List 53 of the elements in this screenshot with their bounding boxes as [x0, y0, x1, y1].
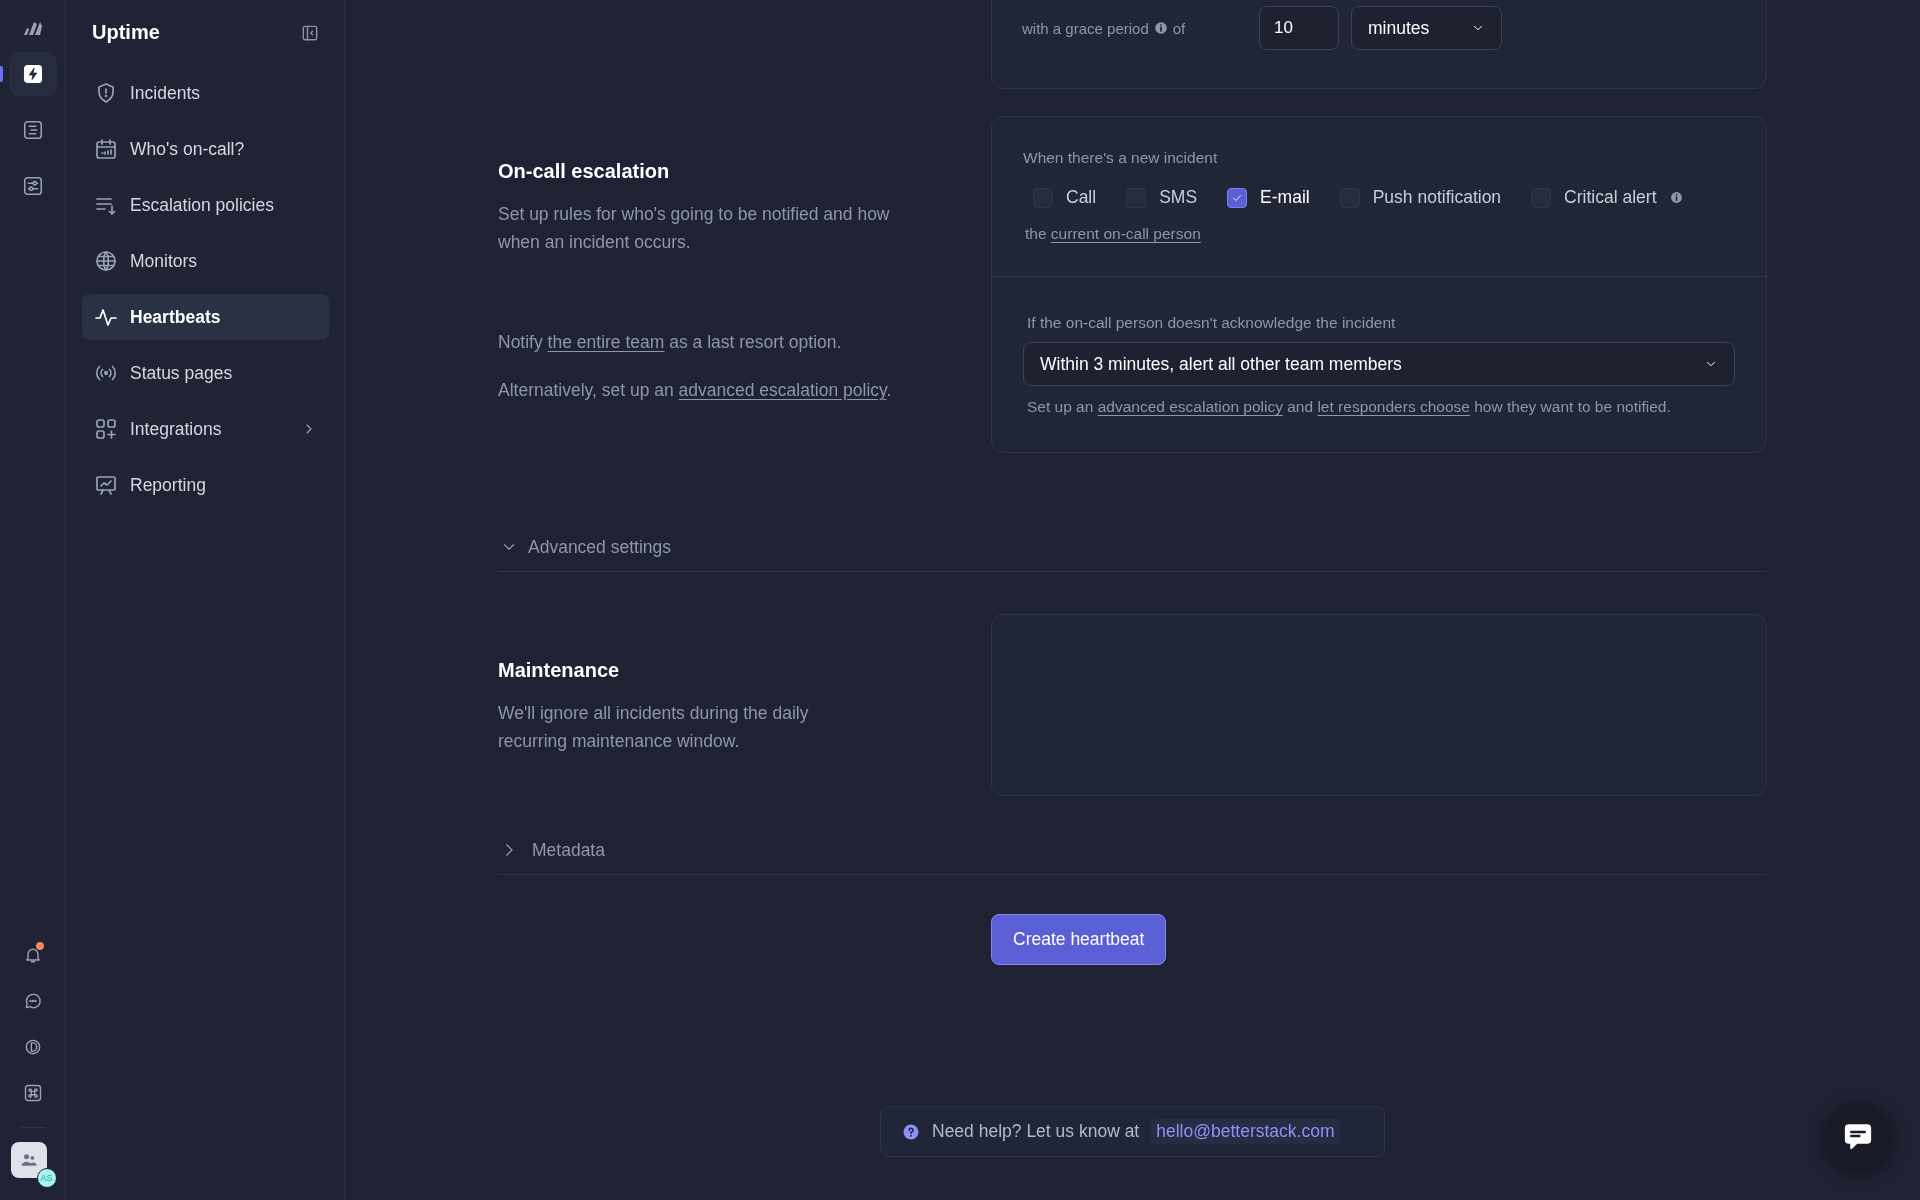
- help-text: Need help? Let us know at: [932, 1121, 1140, 1142]
- sidebar-item[interactable]: Escalation policies: [82, 182, 329, 228]
- section-title: On-call escalation: [498, 159, 671, 184]
- link[interactable]: the entire team: [547, 332, 665, 352]
- unit-dropdown[interactable]: minutes: [1351, 6, 1502, 50]
- sliders-icon: [21, 175, 44, 197]
- escalation-dropdown[interactable]: Within 3 minutes, alert all other team members: [1023, 342, 1735, 386]
- document-icon: [21, 119, 44, 141]
- help-icon: [902, 1122, 920, 1141]
- field-label: If the on-call person doesn't acknowledge the incident: [1027, 314, 1397, 332]
- number-field[interactable]: 10: [1259, 6, 1339, 50]
- section-description: Set up rules for who's going to be notified and how when an incident occurs.: [498, 203, 891, 254]
- info-icon: [1153, 21, 1168, 35]
- channel-checkbox[interactable]: Critical alert: [1531, 187, 1683, 208]
- chart-board-icon: [94, 473, 118, 497]
- section-toggle[interactable]: Advanced settings: [498, 529, 1767, 565]
- command-icon: [22, 1083, 43, 1103]
- section-toggle[interactable]: Metadata: [498, 832, 1767, 868]
- hint-text: Set up an advanced escalation policy and let responders choose how they want to be notified.: [1027, 398, 1672, 416]
- note-text: Alternatively, set up an advanced escalation policy.: [498, 379, 893, 402]
- user-initials: AS: [36, 1168, 57, 1188]
- section-description: We'll ignore all incidents during the daily recurring maintenance window.: [498, 702, 810, 753]
- apps-icon: [94, 417, 118, 441]
- sidebar-item[interactable]: Status pages: [82, 350, 329, 396]
- field-label: with a grace period: [1022, 19, 1149, 37]
- channel-checkbox[interactable]: E-mail: [1227, 187, 1310, 208]
- globe-icon: [94, 249, 118, 273]
- field-label: of: [1172, 19, 1186, 37]
- sidebar-item[interactable]: Who's on-call?: [82, 126, 329, 172]
- bolt-icon: [21, 63, 44, 85]
- recipient-text: the current on-call person: [1025, 225, 1202, 243]
- sidebar-item[interactable]: Integrations: [82, 406, 329, 452]
- channel-checkbox[interactable]: Push notification: [1339, 187, 1502, 208]
- sidebar-item[interactable]: Heartbeats: [82, 294, 329, 340]
- email-link[interactable]: hello@betterstack.com: [1151, 1119, 1340, 1144]
- channel-checkbox[interactable]: Call: [1033, 187, 1097, 208]
- note-text: Notify the entire team as a last resort option.: [498, 331, 843, 354]
- section-title: Maintenance: [498, 658, 621, 683]
- nav-button[interactable]: [8, 52, 57, 96]
- field-label: When there's a new incident: [1023, 149, 1219, 167]
- link[interactable]: current on-call person: [1050, 225, 1201, 242]
- link[interactable]: let responders choose: [1317, 398, 1470, 415]
- sidebar-item[interactable]: Incidents: [82, 70, 329, 116]
- calendar-icon: [94, 137, 118, 161]
- link[interactable]: advanced escalation policy: [1097, 398, 1283, 415]
- link[interactable]: advanced escalation policy: [678, 380, 887, 400]
- sidebar-item[interactable]: Monitors: [82, 238, 329, 284]
- checkbox[interactable]: [1227, 187, 1248, 208]
- channel-checkbox[interactable]: SMS: [1126, 187, 1198, 208]
- active-indicator: [0, 66, 3, 82]
- create-button[interactable]: Create heartbeat: [991, 914, 1167, 965]
- sidebar-item[interactable]: Reporting: [82, 462, 329, 508]
- app-title: Uptime: [92, 21, 160, 44]
